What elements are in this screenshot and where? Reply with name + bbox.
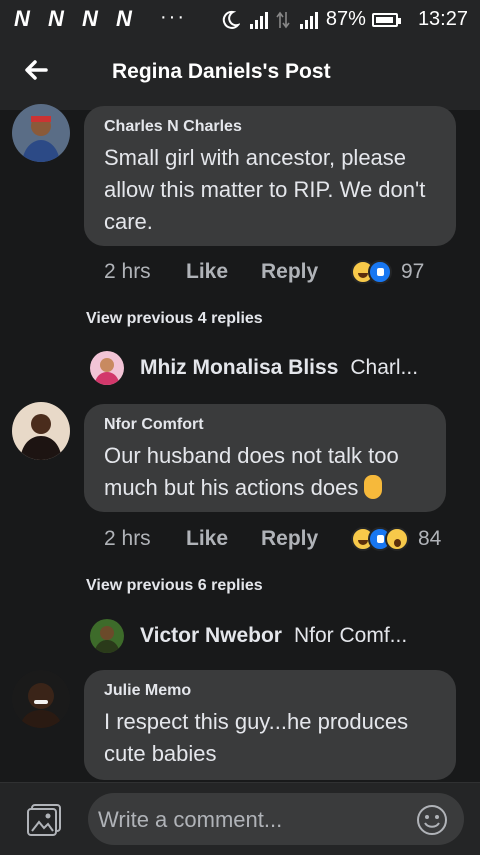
- signal-4g-icon: [299, 11, 318, 29]
- comment-actions: 2 hrs Like Reply 97: [104, 260, 424, 284]
- comment-input-placeholder: Write a comment...: [98, 807, 283, 832]
- reply-button[interactable]: Reply: [261, 260, 351, 284]
- reply-author: Mhiz Monalisa Bliss: [140, 356, 339, 379]
- comment-time: 2 hrs: [104, 260, 151, 283]
- photo-icon[interactable]: [26, 803, 62, 837]
- comment-actions: 2 hrs Like Reply 84: [104, 527, 441, 551]
- reply-button[interactable]: Reply: [261, 527, 351, 551]
- reply-snippet: Nfor Comf...: [293, 624, 408, 647]
- comment-text-row: Our husband does not talk too much but h…: [104, 440, 426, 504]
- clock: 13:27: [417, 8, 468, 30]
- status-right: 87% 13:27: [220, 8, 468, 31]
- comment-bubble[interactable]: Charles N Charles Small girl with ancest…: [84, 106, 456, 246]
- moon-icon: [222, 10, 240, 29]
- reactions-summary[interactable]: 97: [351, 260, 424, 284]
- signal-icon: [249, 11, 268, 29]
- comment-composer: Write a comment...: [0, 782, 480, 855]
- status-bar: N N N N ··· 87% 13:27: [0, 0, 480, 38]
- like-reaction-icon: [368, 260, 392, 284]
- comment-text: I respect this guy...he produces cute ba…: [104, 709, 409, 766]
- avatar[interactable]: [90, 619, 124, 653]
- emoji-icon[interactable]: [416, 804, 448, 836]
- avatar[interactable]: [12, 104, 70, 162]
- like-button[interactable]: Like: [186, 260, 261, 284]
- comment-time: 2 hrs: [104, 527, 151, 550]
- avatar[interactable]: [12, 402, 70, 460]
- comment-bubble[interactable]: Nfor Comfort Our husband does not talk t…: [84, 404, 446, 512]
- comment-bubble[interactable]: Julie Memo I respect this guy...he produ…: [84, 670, 456, 780]
- avatar[interactable]: [90, 351, 124, 385]
- back-arrow-icon[interactable]: [20, 54, 52, 86]
- reply-author: Victor Nwebor: [140, 624, 282, 647]
- comment-text: Small girl with ancestor, please allow t…: [104, 145, 426, 234]
- wow-reaction-icon: [385, 527, 409, 551]
- battery-percent: 87%: [325, 8, 366, 30]
- like-button[interactable]: Like: [186, 527, 261, 551]
- reaction-count: 97: [401, 260, 425, 283]
- avatar[interactable]: [12, 670, 70, 728]
- view-previous-replies[interactable]: View previous 4 replies: [86, 310, 263, 328]
- comment-author[interactable]: Nfor Comfort: [104, 416, 426, 434]
- comment-author[interactable]: Charles N Charles: [104, 118, 436, 136]
- reply-preview[interactable]: Victor Nwebor Nfor Comf...: [90, 616, 407, 656]
- view-previous-replies[interactable]: View previous 6 replies: [86, 577, 263, 595]
- battery-icon: [371, 12, 401, 27]
- carrier-icons: N N N N: [14, 6, 138, 31]
- reply-snippet: Charl...: [350, 356, 419, 379]
- comment-text: Our husband does not talk too much but h…: [104, 443, 399, 500]
- more-notifications-icon: ···: [160, 6, 186, 28]
- comment-input[interactable]: Write a comment...: [88, 793, 464, 845]
- ok-hand-emoji-icon: [364, 475, 383, 499]
- comment-author[interactable]: Julie Memo: [104, 682, 436, 700]
- reactions-summary[interactable]: 84: [351, 527, 441, 551]
- reply-preview[interactable]: Mhiz Monalisa Bliss Charl...: [90, 348, 418, 388]
- page-title: Regina Daniels's Post: [112, 60, 331, 83]
- post-header: Regina Daniels's Post: [0, 38, 480, 110]
- reaction-count: 84: [418, 527, 442, 550]
- data-arrows-icon: [276, 11, 290, 28]
